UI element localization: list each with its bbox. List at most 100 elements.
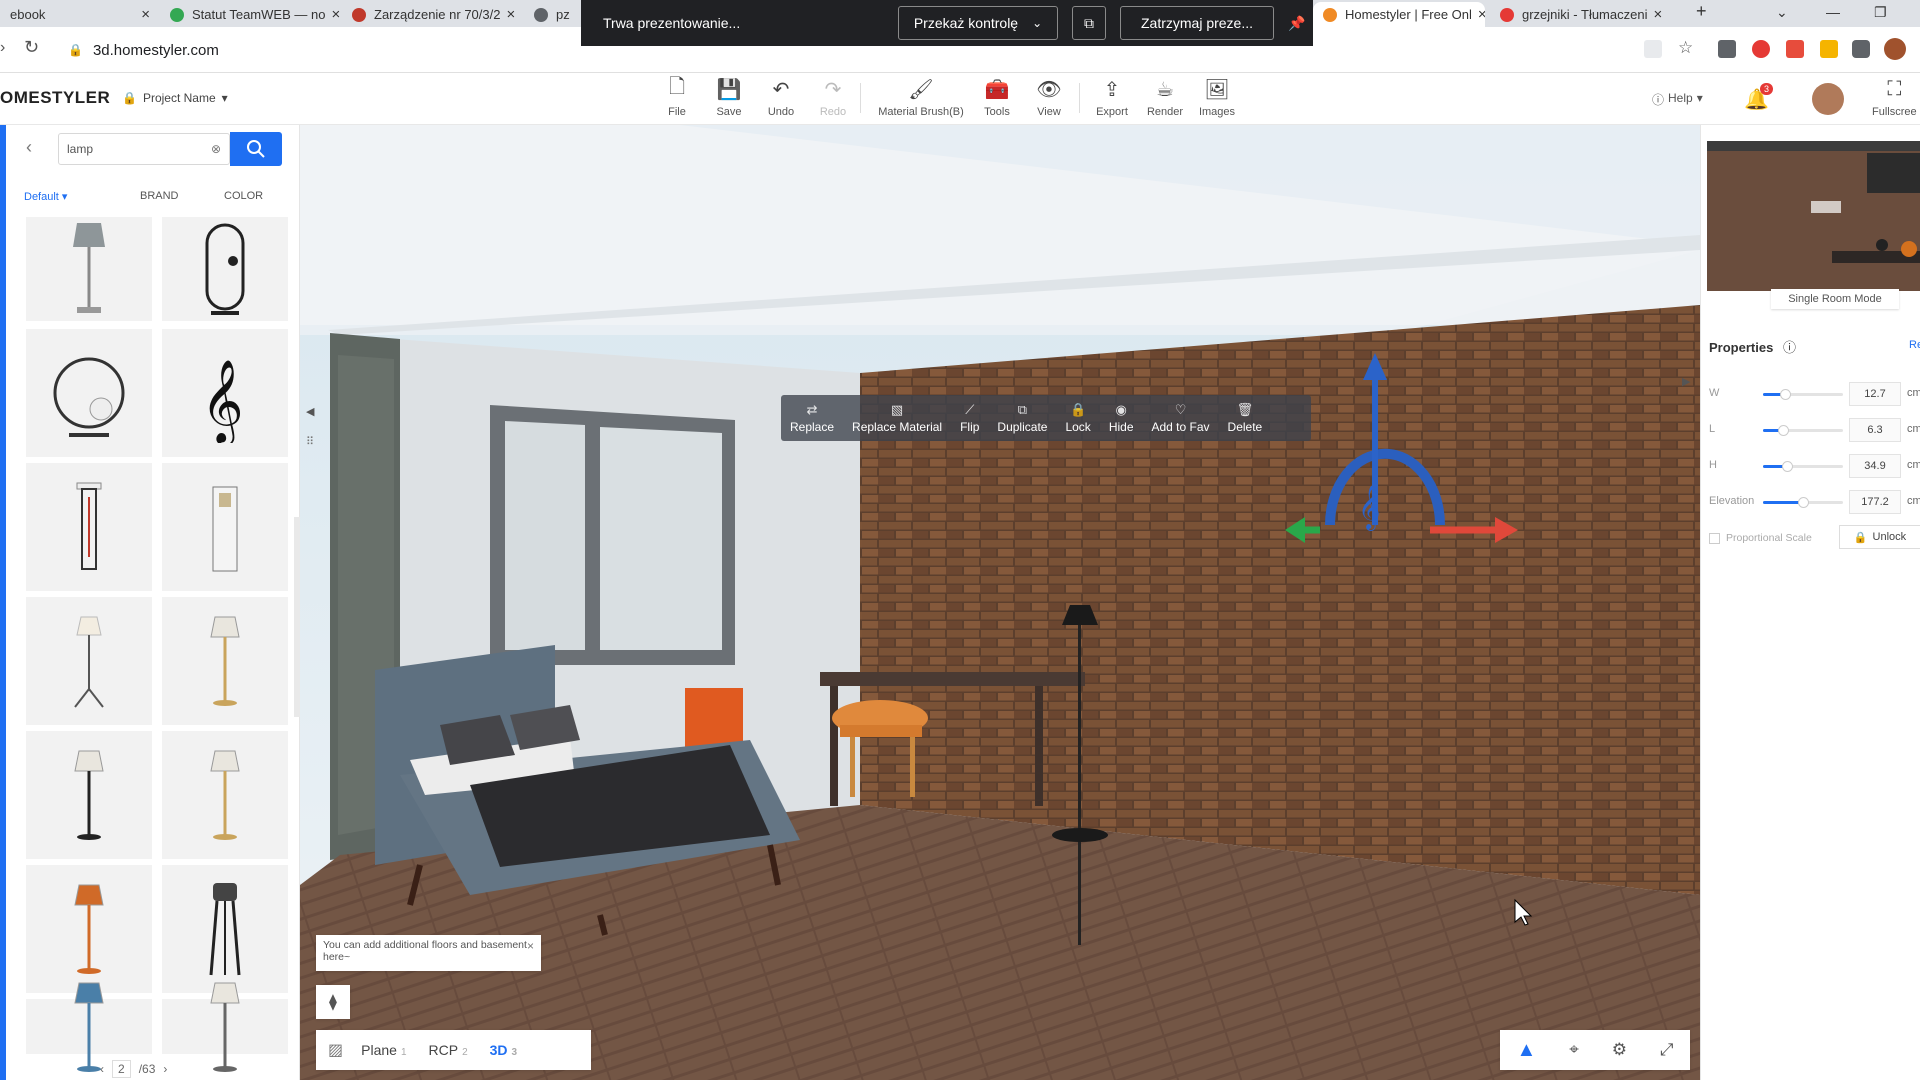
- context-lock-button[interactable]: 🔒 Lock: [1056, 402, 1099, 434]
- forward-icon[interactable]: ›: [0, 39, 5, 57]
- context-add-to-fav-button[interactable]: ♡ Add to Fav: [1143, 402, 1219, 434]
- single-room-mode-button[interactable]: Single Room Mode: [1771, 289, 1899, 309]
- info-icon[interactable]: ⓘ: [1783, 340, 1796, 355]
- toolbar-tools-button[interactable]: 🧰 Tools: [977, 76, 1017, 119]
- page-input[interactable]: 2: [112, 1060, 131, 1078]
- catalog-item-lamp[interactable]: [162, 597, 288, 725]
- new-tab-button[interactable]: +: [1696, 1, 1707, 22]
- restore-icon[interactable]: ❐: [1874, 4, 1887, 21]
- tab-search-icon[interactable]: ⌄: [1776, 4, 1788, 21]
- browser-tab-active[interactable]: Homestyler | Free Onl ×: [1313, 2, 1485, 27]
- search-input[interactable]: lamp ⊗: [58, 133, 230, 165]
- screen-share-icon[interactable]: ⧉: [1072, 6, 1106, 40]
- brand-filter[interactable]: BRAND: [140, 190, 179, 202]
- slider-knob[interactable]: [1798, 497, 1809, 508]
- close-icon[interactable]: ×: [1472, 6, 1485, 23]
- catalog-item-lamp[interactable]: [26, 597, 152, 725]
- slider-knob[interactable]: [1782, 461, 1793, 472]
- camera-icon[interactable]: ⌖: [1569, 1040, 1579, 1060]
- url-field[interactable]: 🔒 3d.homestyler.com: [68, 36, 219, 64]
- catalog-item-lamp[interactable]: [26, 982, 152, 1072]
- catalog-item-lamp[interactable]: [26, 329, 152, 457]
- camera-settings-icon[interactable]: ⚙: [1612, 1040, 1627, 1060]
- reset-link[interactable]: Re: [1909, 339, 1920, 351]
- collapse-right-icon[interactable]: ▶: [1682, 375, 1690, 388]
- toolbar-undo-button[interactable]: ↶ Undo: [761, 76, 801, 119]
- pin-icon[interactable]: 📌: [1288, 15, 1305, 32]
- search-button[interactable]: [230, 132, 282, 166]
- toolbar-redo-button[interactable]: ↷ Redo: [813, 76, 853, 119]
- property-value-input[interactable]: 34.9: [1849, 454, 1901, 478]
- property-slider[interactable]: [1763, 389, 1843, 400]
- toolbar-material-brush-b-button[interactable]: 🖌 Material Brush(B): [876, 76, 966, 119]
- facebook-extension-icon[interactable]: [1718, 40, 1736, 58]
- hatch-icon[interactable]: ▨: [328, 1040, 343, 1060]
- view-tab-3d[interactable]: 3D 3: [490, 1042, 517, 1058]
- slider-knob[interactable]: [1780, 389, 1792, 400]
- help-menu[interactable]: ⓘ Help ▾: [1652, 91, 1703, 108]
- browser-tab[interactable]: Zarządzenie nr 70/3/2 ×: [342, 2, 524, 27]
- toolbar-export-button[interactable]: ⇪ Export: [1092, 76, 1132, 119]
- property-value-input[interactable]: 177.2: [1849, 490, 1901, 514]
- close-icon[interactable]: ×: [325, 6, 340, 23]
- browser-tab[interactable]: Statut TeamWEB — no ×: [160, 2, 342, 27]
- browser-tab[interactable]: pz: [524, 2, 584, 27]
- property-slider[interactable]: [1763, 461, 1843, 472]
- extension-icon[interactable]: [1820, 40, 1838, 58]
- translate-extension-icon[interactable]: [1644, 40, 1662, 58]
- puzzle-icon[interactable]: [1852, 40, 1870, 58]
- toolbar-file-button[interactable]: 🗋 File: [657, 76, 697, 118]
- context-replace-material-button[interactable]: ▧ Replace Material: [843, 402, 951, 434]
- floors-button[interactable]: ⧫: [316, 985, 350, 1019]
- drag-handle-icon[interactable]: ⠿: [306, 435, 314, 448]
- close-icon[interactable]: ×: [527, 939, 534, 953]
- extension-icon[interactable]: [1786, 40, 1804, 58]
- catalog-item-lamp[interactable]: [162, 463, 288, 591]
- fullscreen-button[interactable]: ⛶ Fullscree: [1872, 76, 1917, 119]
- property-slider[interactable]: [1763, 497, 1843, 508]
- catalog-item-lamp[interactable]: [26, 731, 152, 859]
- reload-icon[interactable]: ↻: [24, 37, 39, 58]
- browser-tab[interactable]: ebook ×: [0, 2, 160, 27]
- expand-icon[interactable]: ⤢: [1660, 1040, 1674, 1060]
- catalog-item-lamp[interactable]: [162, 982, 288, 1072]
- context-flip-button[interactable]: ⟋ Flip: [951, 402, 988, 434]
- proportional-scale-checkbox[interactable]: Proportional Scale: [1709, 532, 1812, 544]
- catalog-item-lamp[interactable]: [26, 463, 152, 591]
- clear-icon[interactable]: ⊗: [211, 142, 221, 156]
- catalog-item-lamp[interactable]: 𝄞: [162, 329, 288, 457]
- back-icon[interactable]: ‹: [26, 137, 32, 158]
- close-icon[interactable]: ×: [500, 6, 515, 23]
- context-hide-button[interactable]: ◉ Hide: [1100, 402, 1143, 434]
- slider-knob[interactable]: [1778, 425, 1789, 436]
- minimap[interactable]: [1707, 141, 1920, 291]
- context-duplicate-button[interactable]: ⧉ Duplicate: [988, 402, 1056, 434]
- mountain-icon[interactable]: ▲: [1516, 1039, 1536, 1062]
- property-slider[interactable]: [1763, 425, 1843, 436]
- catalog-item-lamp[interactable]: [162, 731, 288, 859]
- catalog-item-lamp[interactable]: [26, 865, 152, 993]
- user-avatar[interactable]: [1812, 83, 1844, 115]
- prev-page-icon[interactable]: ‹: [100, 1062, 104, 1076]
- extension-icon[interactable]: [1752, 40, 1770, 58]
- color-filter[interactable]: COLOR: [224, 190, 263, 202]
- property-value-input[interactable]: 12.7: [1849, 382, 1901, 406]
- toolbar-save-button[interactable]: 💾 Save: [709, 76, 749, 119]
- profile-avatar[interactable]: [1884, 38, 1906, 60]
- catalog-item-lamp[interactable]: [162, 217, 288, 321]
- context-replace-button[interactable]: ⇄ Replace: [781, 402, 843, 434]
- toolbar-view-button[interactable]: 👁 View: [1029, 76, 1069, 119]
- toolbar-render-button[interactable]: ☕ Render: [1145, 76, 1185, 119]
- catalog-item-lamp[interactable]: [162, 865, 288, 993]
- unlock-button[interactable]: 🔒 Unlock: [1839, 525, 1920, 549]
- toolbar-images-button[interactable]: 🖼 Images: [1197, 76, 1237, 119]
- project-name-dropdown[interactable]: 🔒 Project Name ▾: [122, 91, 228, 105]
- browser-tab[interactable]: grzejniki - Tłumaczeni ×: [1490, 2, 1668, 27]
- next-page-icon[interactable]: ›: [163, 1062, 167, 1076]
- close-icon[interactable]: ×: [135, 6, 150, 23]
- view-tab-rcp[interactable]: RCP 2: [429, 1042, 468, 1058]
- property-value-input[interactable]: 6.3: [1849, 418, 1901, 442]
- close-icon[interactable]: ×: [1647, 6, 1662, 23]
- view-tab-plane[interactable]: Plane 1: [361, 1042, 406, 1058]
- minimize-icon[interactable]: —: [1826, 4, 1840, 20]
